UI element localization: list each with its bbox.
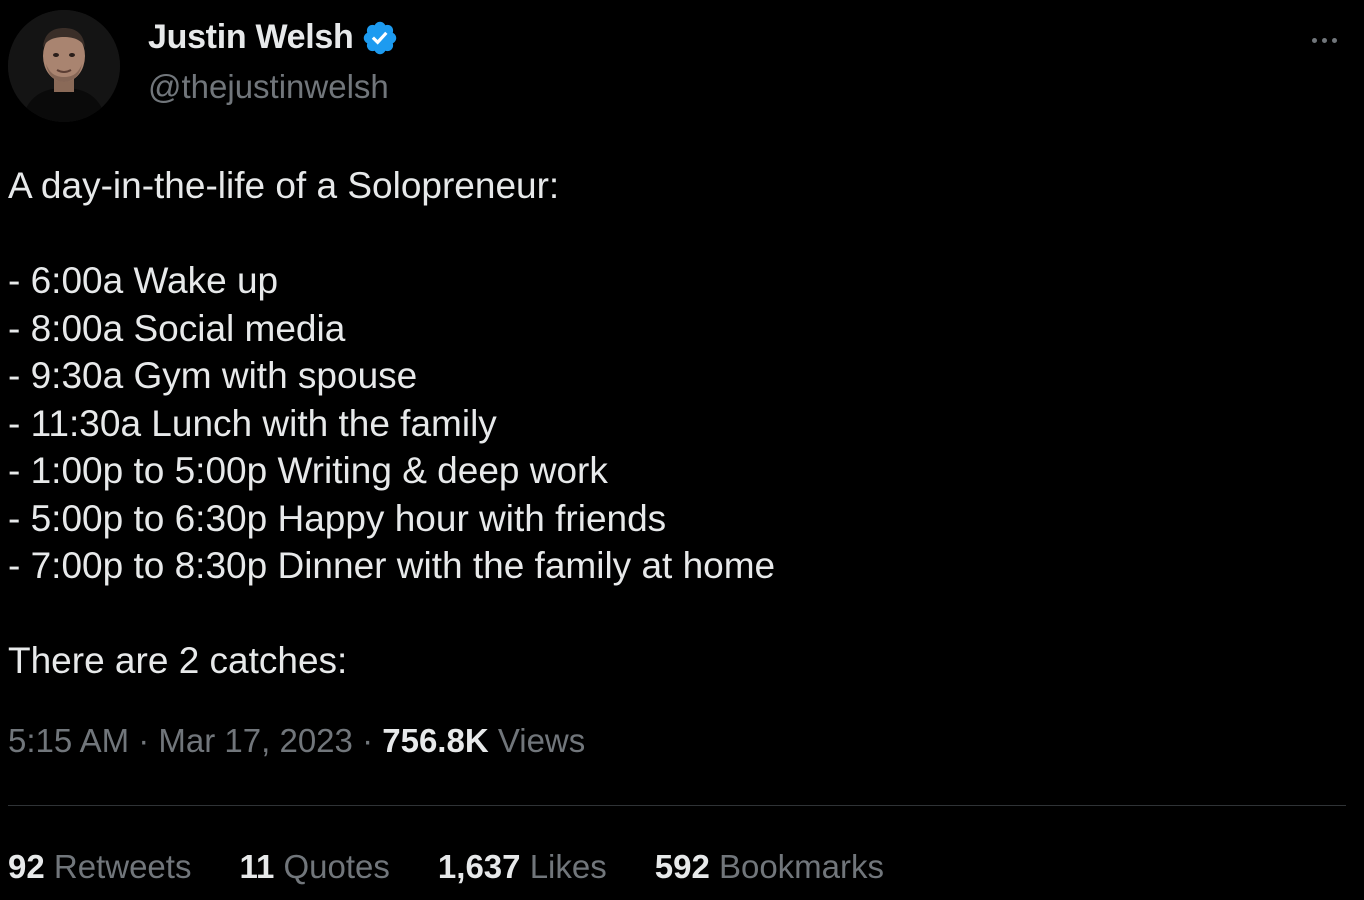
retweets-stat[interactable]: 92 Retweets xyxy=(8,848,191,886)
bookmarks-stat[interactable]: 592 Bookmarks xyxy=(655,848,884,886)
tweet-line: There are 2 catches: xyxy=(8,640,348,681)
tweet-date[interactable]: Mar 17, 2023 xyxy=(158,722,352,759)
verified-badge-icon[interactable] xyxy=(361,19,399,57)
tweet-line: - 11:30a Lunch with the family xyxy=(8,402,497,444)
avatar-photo xyxy=(8,10,120,122)
tweet-line: - 9:30a Gym with spouse xyxy=(8,355,418,396)
meta-separator: · xyxy=(138,722,150,759)
dot xyxy=(1311,37,1317,43)
bookmarks-label: Bookmarks xyxy=(718,848,885,885)
quotes-count: 11 xyxy=(239,848,275,885)
tweet-time[interactable]: 5:15 AM xyxy=(8,722,129,759)
tweet-line: - 1:00p to 5:00p Writing & deep work xyxy=(8,450,608,491)
tweet-text: A day-in-the-life of a Solopreneur: - 6:… xyxy=(8,162,1348,685)
retweets-label: Retweets xyxy=(53,848,192,885)
likes-label: Likes xyxy=(529,848,607,885)
quotes-label: Quotes xyxy=(283,848,390,885)
views-count: 756.8K xyxy=(382,722,489,759)
author-name-row: Justin Welsh xyxy=(148,18,399,57)
retweets-count: 92 xyxy=(8,848,45,885)
more-horizontal-icon[interactable] xyxy=(1306,22,1342,58)
tweet-line: - 8:00a Social media xyxy=(8,307,346,349)
meta-separator: · xyxy=(362,722,374,759)
likes-count: 1,637 xyxy=(437,848,521,885)
bookmarks-count: 592 xyxy=(654,848,710,885)
tweet-line: - 6:00a Wake up xyxy=(8,260,279,301)
views-label: Views xyxy=(497,722,586,759)
dot xyxy=(1331,37,1337,43)
tweet-line: - 7:00p to 8:30p Dinner with the family … xyxy=(8,545,776,586)
tweet-meta: 5:15 AM · Mar 17, 2023 · 756.8K Views xyxy=(8,722,585,760)
tweet-line: A day-in-the-life of a Solopreneur: xyxy=(8,165,560,206)
author-display-name[interactable]: Justin Welsh xyxy=(148,18,354,57)
tweet-stats: 92 Retweets 11 Quotes 1,637 Likes 592 Bo… xyxy=(8,848,932,886)
author-handle[interactable]: @thejustinwelsh xyxy=(148,68,389,106)
likes-stat[interactable]: 1,637 Likes xyxy=(438,848,607,886)
tweet-line: - 5:00p to 6:30p Happy hour with friends xyxy=(8,497,667,539)
avatar[interactable] xyxy=(8,10,120,122)
quotes-stat[interactable]: 11 Quotes xyxy=(239,848,389,886)
dot xyxy=(1321,37,1327,43)
divider xyxy=(8,805,1346,806)
